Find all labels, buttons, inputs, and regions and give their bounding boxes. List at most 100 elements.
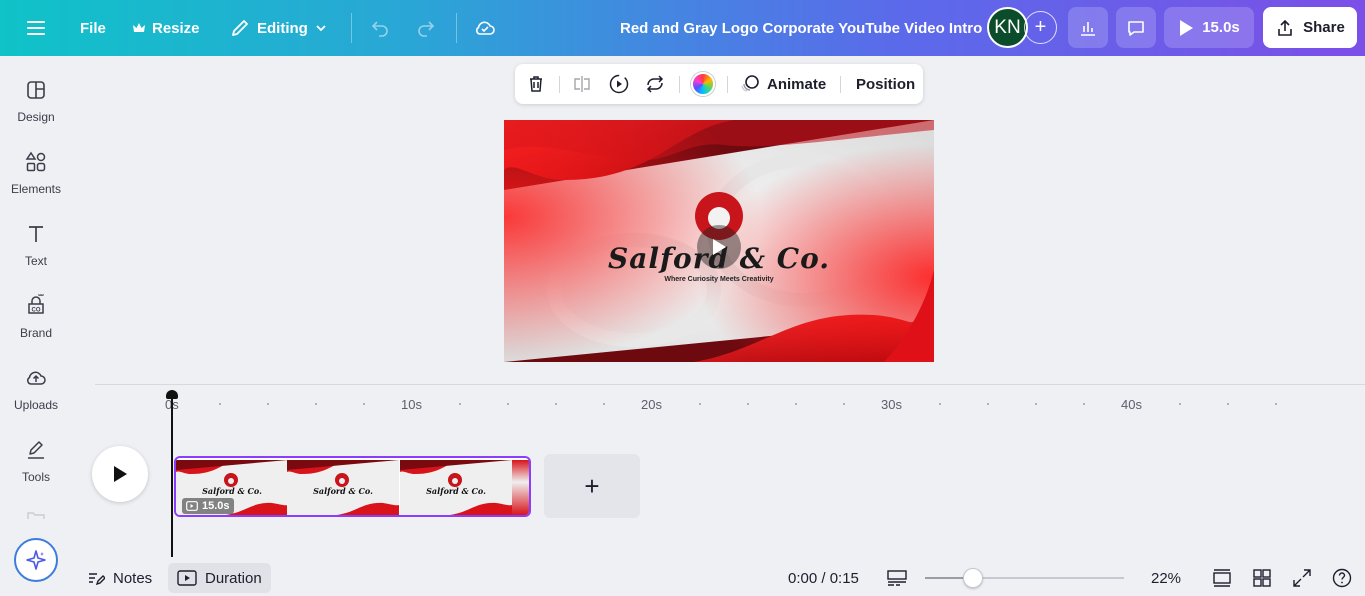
editing-label: Editing <box>257 20 308 37</box>
ruler-tick-mark <box>1035 403 1037 405</box>
sidebar-item-tools[interactable]: Tools <box>0 438 72 484</box>
thumb-brand: Salford & Co. <box>176 486 288 496</box>
divider <box>727 76 728 93</box>
redo-button[interactable] <box>415 8 437 48</box>
play-button[interactable]: 15.0s <box>1164 7 1254 48</box>
shapes-icon <box>24 150 48 174</box>
chevron-down-icon <box>314 21 328 35</box>
timeline-view-icon[interactable] <box>886 567 908 589</box>
ruler-tick-mark <box>555 403 557 405</box>
sparkle-icon <box>25 549 47 571</box>
notes-button[interactable]: Notes <box>87 563 152 593</box>
comment-button[interactable] <box>1116 7 1156 48</box>
avatar[interactable]: KN <box>987 7 1028 48</box>
menu-button[interactable] <box>24 8 48 48</box>
divider <box>351 13 352 43</box>
add-collaborator-button[interactable]: + <box>1024 11 1057 44</box>
share-button[interactable]: Share <box>1263 7 1357 48</box>
plus-icon: + <box>584 471 599 502</box>
play-icon <box>112 465 128 483</box>
comment-icon <box>1126 18 1146 38</box>
flip-button[interactable] <box>571 72 593 96</box>
cloud-upload-icon <box>24 366 48 390</box>
crown-icon <box>132 21 146 35</box>
sidebar-item-label: Design <box>17 110 54 124</box>
zoom-level[interactable]: 22% <box>1151 563 1181 593</box>
bar-chart-icon <box>1078 18 1098 38</box>
design-title-text: Red and Gray Logo Corporate YouTube Vide… <box>620 20 982 37</box>
fullscreen-icon[interactable] <box>1291 567 1313 589</box>
duration-button[interactable]: Duration <box>168 563 271 593</box>
sidebar-item-elements[interactable]: Elements <box>0 150 72 196</box>
thumb-brand: Salford & Co. <box>287 486 399 496</box>
layout-icon <box>24 78 48 102</box>
clip-thumbnail: Salford & Co. <box>400 460 512 515</box>
grid-view-icon[interactable] <box>1251 567 1273 589</box>
playback-button[interactable] <box>608 72 630 96</box>
text-icon <box>24 222 48 246</box>
svg-text:CO: CO <box>32 308 41 314</box>
loop-button[interactable] <box>643 72 667 96</box>
play-circle-icon <box>608 73 630 95</box>
ruler-tick-label: 40s <box>1121 397 1142 412</box>
ruler-tick-mark <box>363 403 365 405</box>
animate-icon <box>739 73 761 95</box>
timeline-play-button[interactable] <box>92 446 148 502</box>
share-icon <box>1275 18 1295 38</box>
sidebar-item-design[interactable]: Design <box>0 78 72 124</box>
play-icon <box>1178 19 1194 37</box>
cloud-check-icon <box>473 16 497 40</box>
clip-duration: 15.0s <box>202 500 230 512</box>
sidebar-item-label: Elements <box>11 182 61 196</box>
design-title[interactable]: Red and Gray Logo Corporate YouTube Vide… <box>620 8 982 48</box>
sidebar-item-brand[interactable]: CO Brand <box>0 294 72 340</box>
brand-icon: CO <box>24 294 48 318</box>
ruler-tick-mark <box>747 403 749 405</box>
ruler-tick-mark <box>1227 403 1229 405</box>
zoom-slider-thumb[interactable] <box>963 568 983 588</box>
magic-assistant-button[interactable] <box>14 538 58 582</box>
position-label: Position <box>856 76 915 93</box>
thumb-brand: Salford & Co. <box>400 486 512 496</box>
resize-button[interactable]: Resize <box>132 8 200 48</box>
ruler-tick-label: 10s <box>401 397 422 412</box>
element-toolbar: Animate Position <box>515 64 923 104</box>
sidebar-item-text[interactable]: Text <box>0 222 72 268</box>
help-icon[interactable] <box>1331 567 1353 589</box>
file-label: File <box>80 20 106 37</box>
play-icon <box>711 238 727 256</box>
design-canvas[interactable]: Salford & Co. Where Curiosity Meets Crea… <box>504 120 934 362</box>
sidebar-item-uploads[interactable]: Uploads <box>0 366 72 412</box>
playhead-handle[interactable] <box>166 390 178 399</box>
ruler-tick-mark <box>699 403 701 405</box>
add-page-button[interactable]: + <box>544 454 640 518</box>
ruler-tick-label: 20s <box>641 397 662 412</box>
file-menu[interactable]: File <box>80 8 106 48</box>
canvas-play-overlay[interactable] <box>697 225 741 269</box>
play-duration: 15.0s <box>1202 19 1240 36</box>
video-icon <box>177 570 197 586</box>
undo-button[interactable] <box>369 8 391 48</box>
sidebar-item-label: Brand <box>20 326 52 340</box>
page-view-icon[interactable] <box>1211 567 1233 589</box>
timeline-clip[interactable]: Salford & Co. Salford & Co. Salford & Co… <box>174 456 531 517</box>
ruler-tick-mark <box>939 403 941 405</box>
position-button[interactable]: Position <box>856 72 915 96</box>
animate-button[interactable]: Animate <box>739 72 826 96</box>
ruler-tick-mark <box>1179 403 1181 405</box>
redo-icon <box>415 17 437 39</box>
flip-icon <box>572 74 592 94</box>
cloud-save-status[interactable] <box>473 8 497 48</box>
resize-label: Resize <box>152 20 200 37</box>
ruler-tick-mark <box>987 403 989 405</box>
sidebar-item-label: Text <box>25 254 47 268</box>
clip-duration-badge: 15.0s <box>182 498 234 514</box>
editing-dropdown[interactable]: Editing <box>229 8 328 48</box>
playhead-line[interactable] <box>171 392 173 557</box>
time-readout-text: 0:00 / 0:15 <box>788 570 859 587</box>
insights-button[interactable] <box>1068 7 1108 48</box>
color-button[interactable] <box>691 72 715 96</box>
sidebar-item-label: Tools <box>22 470 50 484</box>
hamburger-icon <box>24 16 48 40</box>
delete-button[interactable] <box>525 72 547 96</box>
